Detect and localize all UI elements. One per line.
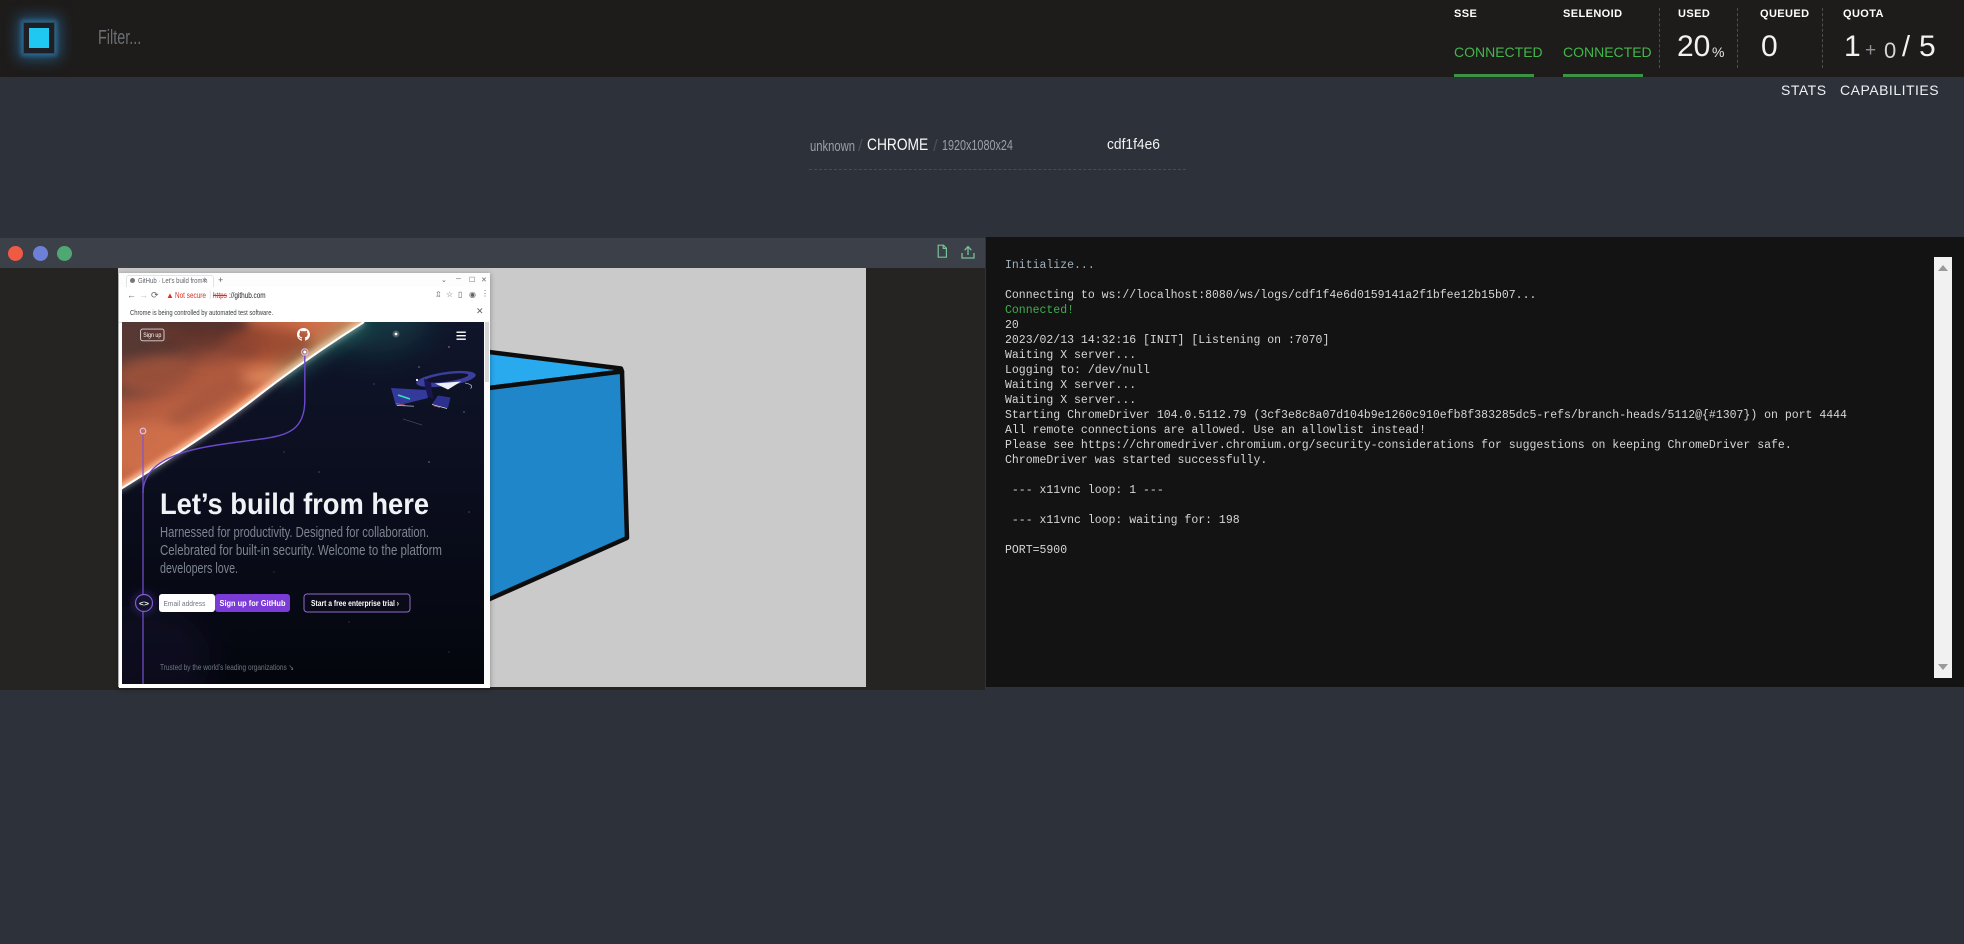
svg-text:Trusted by the world’s leading: Trusted by the world’s leading organizat…: [160, 662, 294, 672]
svg-text:Email address: Email address: [164, 599, 206, 608]
svg-text:Celebrated for built-in securi: Celebrated for built-in security. Welcom…: [160, 542, 442, 559]
svg-text:Sign up for GitHub: Sign up for GitHub: [220, 599, 286, 608]
svg-text:Let’s build from here: Let’s build from here: [160, 488, 429, 521]
svg-text:Start a free enterprise trial: Start a free enterprise trial ›: [311, 599, 399, 608]
svg-text:developers love.: developers love.: [160, 560, 238, 577]
svg-text:Sign up: Sign up: [143, 332, 161, 339]
svg-text:<>: <>: [139, 599, 150, 608]
svg-text:Harnessed for productivity. De: Harnessed for productivity. Designed for…: [160, 524, 429, 541]
